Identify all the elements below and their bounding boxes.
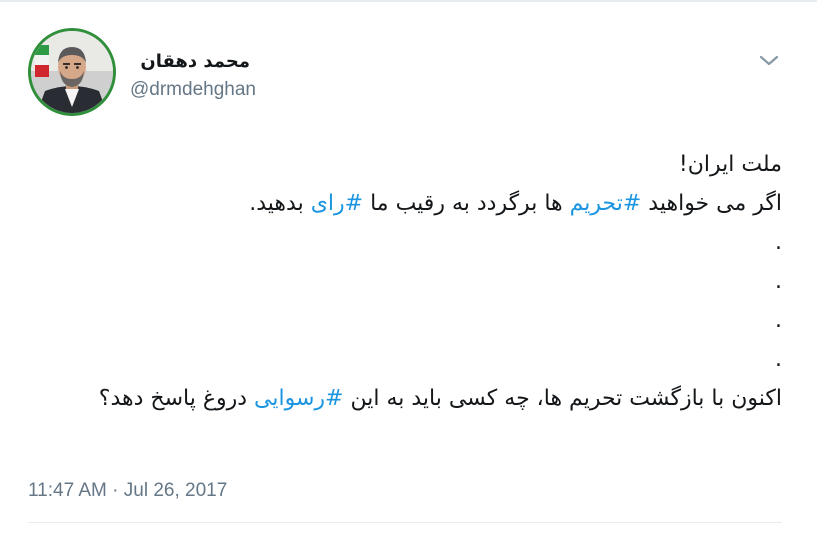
bottom-divider [28,522,782,523]
top-divider [0,0,817,2]
tweet-text-segment: ها برگردد به رقیب ما [363,191,570,216]
hashtag-link[interactable]: #رای [311,191,363,216]
tweet-line: اگر می خواهید #تحریم ها برگردد به رقیب م… [40,184,782,223]
tweet-line: . [775,230,782,255]
tweet-line: . [775,269,782,294]
tweet-line: . [775,308,782,333]
tweet-text-segment: دروغ پاسخ دهد؟ [98,386,255,411]
tweet-text-segment: بدهید. [249,191,311,216]
tweet-text-segment: اکنون با بازگشت تحریم ها، چه کسی باید به… [343,386,782,411]
author-handle[interactable]: @drmdehghan [130,78,256,102]
tweet-timestamp[interactable]: 11:47 AM · Jul 26, 2017 [28,479,227,503]
author-display-name[interactable]: محمد دهقان [130,50,250,74]
avatar-photo [31,31,113,113]
hashtag-link[interactable]: #تحریم [570,191,642,216]
tweet-line: ملت ایران! [678,152,782,177]
tweet-text-segment: اگر می خواهید [641,191,782,216]
tweet-body: ملت ایران! اگر می خواهید #تحریم ها برگرد… [40,145,782,418]
chevron-down-icon [759,55,779,66]
tweet-line: . [775,347,782,372]
author-avatar[interactable] [28,28,116,116]
hashtag-link[interactable]: #رسوایی [254,386,343,411]
tweet-menu-button[interactable] [756,50,782,70]
tweet-line: اکنون با بازگشت تحریم ها، چه کسی باید به… [40,379,782,418]
